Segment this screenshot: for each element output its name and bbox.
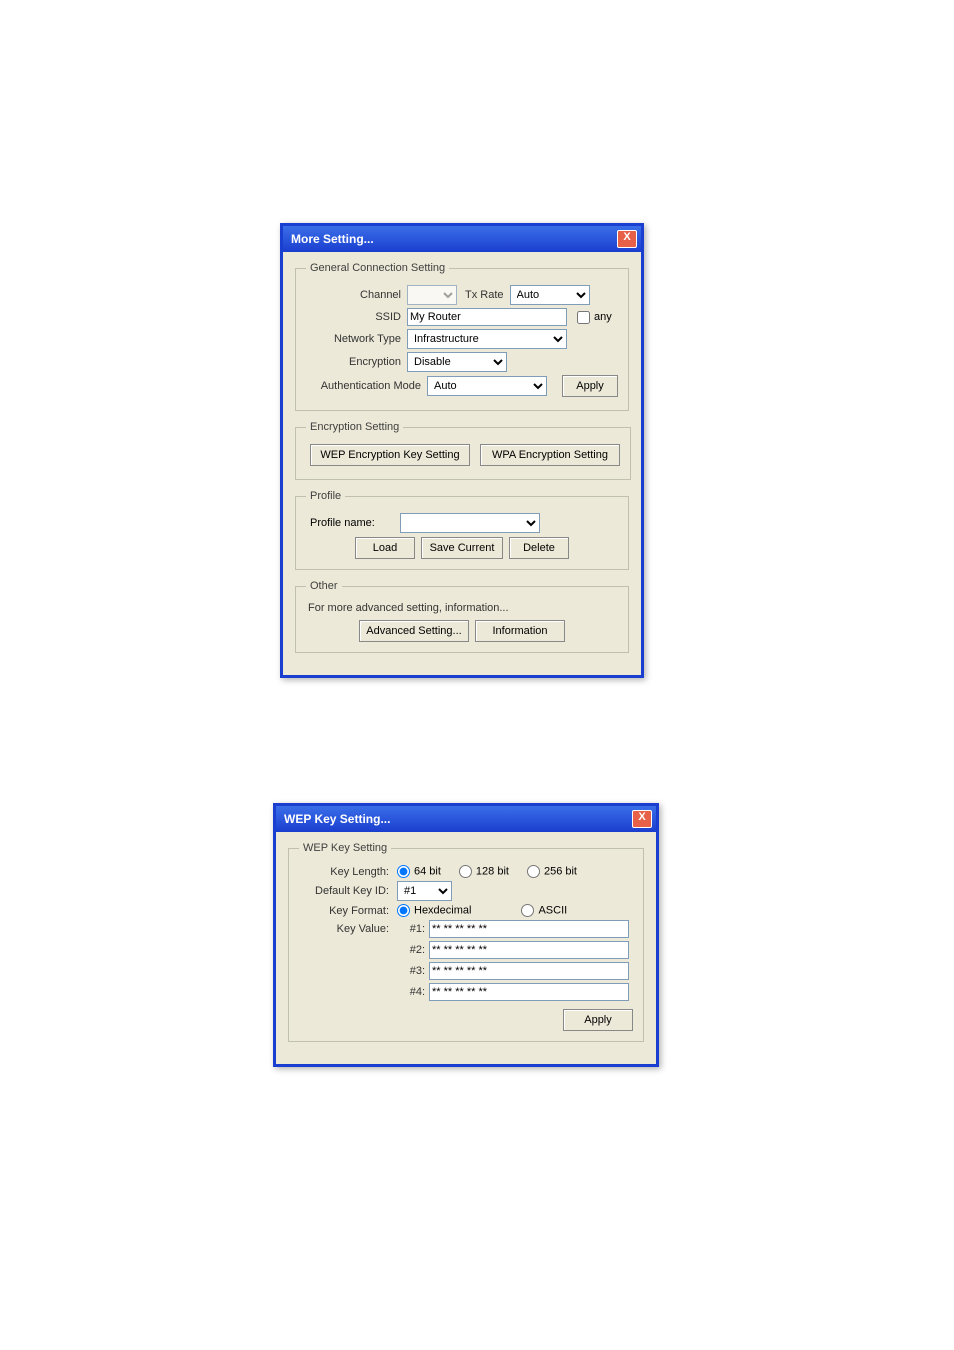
encryption-label: Encryption [306,356,407,368]
key4-input[interactable] [429,983,629,1001]
load-button[interactable]: Load [355,537,415,559]
window-body: General Connection Setting Channel Tx Ra… [283,252,641,675]
wpa-setting-button[interactable]: WPA Encryption Setting [480,444,620,466]
radio-256bit-label[interactable]: 256 bit [527,865,577,878]
window-title: WEP Key Setting... [284,812,390,826]
ssid-input[interactable] [407,308,567,326]
any-label: any [594,311,612,323]
nettype-label: Network Type [306,333,407,345]
titlebar: WEP Key Setting... X [276,806,656,832]
keylen-label: Key Length: [299,866,397,878]
key3-input[interactable] [429,962,629,980]
profile-name-select[interactable] [400,513,540,533]
profile-group: Profile Profile name: Load Save Current … [295,490,629,570]
wep-legend: WEP Key Setting [299,842,391,854]
default-key-id-select[interactable]: #1 [397,881,452,901]
any-checkbox[interactable] [577,311,590,324]
radio-64bit-label[interactable]: 64 bit [397,865,441,878]
delete-button[interactable]: Delete [509,537,569,559]
other-note: For more advanced setting, information..… [308,602,618,614]
other-legend: Other [306,580,342,592]
window-body: WEP Key Setting Key Length: 64 bit 128 b… [276,832,656,1064]
radio-hex-label[interactable]: Hexdecimal [397,904,471,917]
ssid-label: SSID [306,311,407,323]
keyval-label: Key Value: [299,923,397,935]
format-label: Key Format: [299,905,397,917]
radio-64bit[interactable] [397,865,410,878]
close-icon[interactable]: X [632,810,652,828]
general-legend: General Connection Setting [306,262,449,274]
txrate-select[interactable]: Auto [510,285,590,305]
radio-ascii[interactable] [521,904,534,917]
key1-label: #1: [397,923,429,935]
radio-256bit[interactable] [527,865,540,878]
key4-label: #4: [397,986,429,998]
advanced-setting-button[interactable]: Advanced Setting... [359,620,469,642]
titlebar: More Setting... X [283,226,641,252]
encset-legend: Encryption Setting [306,421,403,433]
close-icon[interactable]: X [617,230,637,248]
apply-button[interactable]: Apply [562,375,618,397]
channel-label: Channel [306,289,407,301]
other-group: Other For more advanced setting, informa… [295,580,629,653]
encryption-setting-group: Encryption Setting WEP Encryption Key Se… [295,421,631,480]
apply-button[interactable]: Apply [563,1009,633,1031]
key2-input[interactable] [429,941,629,959]
defid-label: Default Key ID: [299,885,397,897]
more-setting-window: More Setting... X General Connection Set… [280,223,644,678]
profile-legend: Profile [306,490,345,502]
auth-select[interactable]: Auto [427,376,547,396]
encryption-select[interactable]: Disable [407,352,507,372]
save-current-button[interactable]: Save Current [421,537,503,559]
auth-label: Authentication Mode [306,380,427,392]
wep-key-setting-window: WEP Key Setting... X WEP Key Setting Key… [273,803,659,1067]
radio-ascii-label[interactable]: ASCII [521,904,567,917]
radio-128bit-label[interactable]: 128 bit [459,865,509,878]
key1-input[interactable] [429,920,629,938]
wep-setting-button[interactable]: WEP Encryption Key Setting [310,444,470,466]
txrate-label: Tx Rate [457,289,510,301]
information-button[interactable]: Information [475,620,565,642]
window-title: More Setting... [291,232,374,246]
key3-label: #3: [397,965,429,977]
profile-name-label: Profile name: [306,517,400,529]
nettype-select[interactable]: Infrastructure [407,329,567,349]
wep-key-group: WEP Key Setting Key Length: 64 bit 128 b… [288,842,644,1042]
general-connection-group: General Connection Setting Channel Tx Ra… [295,262,629,411]
radio-128bit[interactable] [459,865,472,878]
channel-select[interactable] [407,285,457,305]
radio-hex[interactable] [397,904,410,917]
key2-label: #2: [397,944,429,956]
